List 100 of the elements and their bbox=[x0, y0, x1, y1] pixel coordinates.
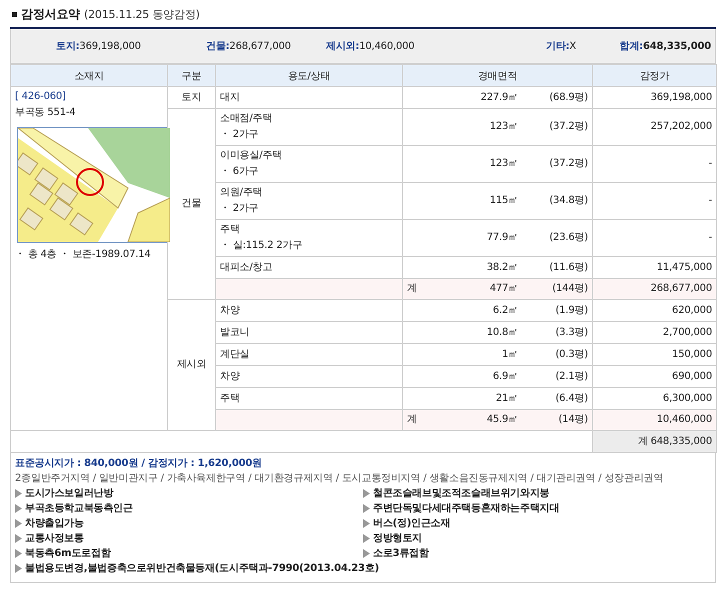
triangle-bullet-icon bbox=[15, 519, 22, 528]
triangle-bullet-icon bbox=[15, 564, 22, 573]
area-value: 6.2㎡ bbox=[492, 304, 518, 318]
price-value: - bbox=[708, 195, 712, 206]
grand-total: 계 648,335,000 bbox=[638, 436, 712, 446]
price-value: - bbox=[708, 232, 712, 243]
use-label: 주택 bbox=[220, 392, 241, 406]
area-value: 477㎡ bbox=[490, 282, 518, 296]
summary-item: 기타:X bbox=[545, 40, 578, 53]
price-line: 표준공시지가 : 840,000원 / 감정지가 : 1,620,000원 bbox=[15, 457, 263, 471]
area-value: 77.9㎡ bbox=[486, 231, 518, 245]
use-label: 대피소/창고 bbox=[220, 260, 274, 274]
title-note: (2015.11.25 동양감정) bbox=[84, 7, 200, 22]
area-value: 38.2㎡ bbox=[486, 260, 518, 274]
household-note: ・ 실:115.2 2가구 bbox=[220, 240, 302, 251]
building-note: ・ 총 4층 bbox=[15, 249, 57, 260]
use-label: 차양 bbox=[220, 304, 241, 318]
pyeong-value: (11.6평) bbox=[548, 260, 588, 274]
price-value: 690,000 bbox=[672, 370, 712, 382]
price-value: 2,700,000 bbox=[662, 326, 712, 338]
triangle-bullet-icon bbox=[363, 504, 370, 513]
price-value: 257,202,000 bbox=[650, 121, 712, 132]
triangle-bullet-icon bbox=[15, 534, 22, 543]
column-header: 구분 bbox=[168, 64, 216, 86]
price-value: - bbox=[708, 158, 712, 169]
area-value: 227.9㎡ bbox=[480, 90, 518, 104]
subtotal-label: 계 bbox=[407, 414, 417, 425]
triangle-bullet-icon bbox=[363, 534, 370, 543]
pyeong-value: (23.6평) bbox=[548, 231, 588, 245]
use-label: 의원/주택 bbox=[220, 186, 264, 200]
pyeong-value: (2.1평) bbox=[554, 370, 588, 384]
price-value: 150,000 bbox=[672, 348, 712, 360]
subtotal-label: 계 bbox=[407, 283, 417, 294]
area-value: 21㎡ bbox=[496, 392, 518, 406]
feature-text: 불법용도변경,불법증축으로위반건축물등재(도시주택과-7990(2013.04.23호) bbox=[25, 562, 379, 576]
area-value: 115㎡ bbox=[490, 194, 518, 208]
triangle-bullet-icon bbox=[15, 549, 22, 558]
area-value: 10.8㎡ bbox=[486, 326, 518, 340]
feature-text: 부곡초등학교북동측인근 bbox=[25, 502, 133, 516]
feature-text: 도시가스보일러난방 bbox=[25, 487, 114, 501]
price-value: 369,198,000 bbox=[650, 92, 712, 102]
price-value: 6,300,000 bbox=[662, 392, 712, 404]
subtotal-price: 10,460,000 bbox=[656, 414, 712, 425]
pyeong-value: (3.3평) bbox=[554, 326, 588, 340]
price-value: 11,475,000 bbox=[656, 262, 712, 272]
price-value: 620,000 bbox=[672, 304, 712, 316]
square-bullet-icon bbox=[12, 12, 17, 17]
category-label: 제시외 bbox=[176, 359, 206, 370]
category-label: 건물 bbox=[182, 198, 202, 209]
feature-text: 주변단독및다세대주택등혼재하는주택지대 bbox=[373, 502, 560, 516]
triangle-bullet-icon bbox=[363, 519, 370, 528]
pyeong-value: (37.2평) bbox=[548, 157, 588, 171]
feature-text: 철콘조슬래브및조적조슬래브위기와지붕 bbox=[373, 487, 550, 501]
zone-list: 2종일반주거지역 / 일반미관지구 / 가축사육제한구역 / 대기환경규제지역 / 도시교통정비지역 / 생활소음진동규제지역 / 대기관리권역 / 성장관리권역 bbox=[15, 471, 711, 486]
postal-code: [ 426-060] bbox=[15, 90, 67, 104]
column-header: 감정가 bbox=[592, 64, 716, 86]
area-value: 123㎡ bbox=[490, 157, 518, 171]
column-header: 용도/상태 bbox=[216, 64, 402, 86]
summary-item: 토지:369,198,000 bbox=[56, 40, 142, 53]
pyeong-value: (34.8평) bbox=[548, 194, 588, 208]
pyeong-value: (0.3평) bbox=[554, 348, 588, 362]
feature-text: 차량출입가능 bbox=[25, 517, 84, 531]
household-note: ・ 2가구 bbox=[220, 203, 259, 214]
column-header: 소재지 bbox=[10, 64, 168, 86]
pyeong-value: (6.4평) bbox=[554, 392, 588, 406]
use-label: 이미용실/주택 bbox=[220, 149, 283, 163]
area-value: 45.9㎡ bbox=[486, 413, 518, 427]
pyeong-value: (1.9평) bbox=[554, 304, 588, 318]
feature-text: 교통사정보통 bbox=[25, 532, 84, 546]
feature-text: 북동측6m도로접함 bbox=[25, 547, 111, 561]
triangle-bullet-icon bbox=[363, 489, 370, 498]
section-title: 감정서요약 bbox=[21, 6, 80, 23]
summary-item: 건물:268,677,000 bbox=[206, 40, 292, 53]
triangle-bullet-icon bbox=[363, 549, 370, 558]
pyeong-value: (14평) bbox=[557, 413, 588, 427]
feature-text: 버스(정)인근소재 bbox=[373, 517, 450, 531]
use-label: 대지 bbox=[220, 90, 241, 104]
address-text: 부곡동 551-4 bbox=[15, 106, 76, 120]
triangle-bullet-icon bbox=[15, 504, 22, 513]
area-value: 123㎡ bbox=[490, 120, 518, 134]
pyeong-value: (68.9평) bbox=[548, 90, 588, 104]
area-value: 1㎡ bbox=[502, 348, 518, 362]
building-note: ・ 보존-1989.07.14 bbox=[60, 249, 151, 260]
area-value: 6.9㎡ bbox=[492, 370, 518, 384]
household-note: ・ 2가구 bbox=[220, 129, 259, 140]
use-label: 주택 bbox=[220, 223, 241, 237]
pyeong-value: (144평) bbox=[551, 282, 588, 296]
triangle-bullet-icon bbox=[15, 489, 22, 498]
summary-item: 제시외:10,460,000 bbox=[326, 40, 416, 53]
use-label: 차양 bbox=[220, 370, 241, 384]
subtotal-price: 268,677,000 bbox=[650, 283, 712, 294]
category-label: 토지 bbox=[182, 92, 202, 102]
pyeong-value: (37.2평) bbox=[548, 120, 588, 134]
use-label: 발코니 bbox=[220, 326, 250, 340]
feature-text: 소로3류접함 bbox=[373, 547, 429, 561]
use-label: 계단실 bbox=[220, 348, 250, 362]
feature-text: 정방형토지 bbox=[373, 532, 422, 546]
column-header: 경매면적 bbox=[402, 64, 592, 86]
summary-item: 합계:648,335,000 bbox=[618, 40, 711, 53]
use-label: 소매점/주택 bbox=[220, 112, 274, 126]
